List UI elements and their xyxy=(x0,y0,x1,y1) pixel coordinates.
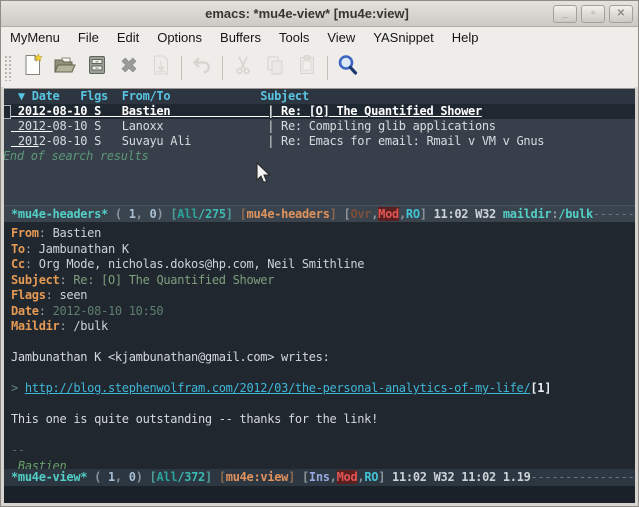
body-comment-line: This one is quite outstanding -- thanks … xyxy=(11,412,638,428)
paste-button[interactable] xyxy=(291,53,323,83)
readonly-indicator[interactable]: RO xyxy=(364,470,378,484)
maildir-label: maildir xyxy=(503,207,551,221)
insert-indicator: Ins xyxy=(309,470,330,484)
field-value-date: 2012-08-10 10:50 xyxy=(53,304,164,318)
emacs-content: ▼ Date Flgs From/To Subject 2012-08-10 S… xyxy=(1,89,638,503)
toolbar-grip[interactable] xyxy=(4,55,13,81)
menu-options[interactable]: Options xyxy=(148,29,211,46)
emacs-window: emacs: *mu4e-view* [mu4e:view] _ ▫ ✕ MyM… xyxy=(0,0,639,507)
signature-separator: -- xyxy=(11,443,638,459)
menu-view[interactable]: View xyxy=(318,29,364,46)
major-mode[interactable]: mu4e-headers xyxy=(247,207,330,221)
open-file-icon xyxy=(52,53,78,82)
minibuffer[interactable] xyxy=(1,486,638,503)
maximize-button[interactable]: ▫ xyxy=(581,5,605,23)
field-label-subject: Subject xyxy=(11,273,59,287)
tool-bar xyxy=(1,47,638,89)
link-footnote-ref[interactable]: [1] xyxy=(530,381,551,395)
mouse-cursor xyxy=(256,162,274,191)
field-value-maildir[interactable]: /bulk xyxy=(73,319,108,333)
toolbar-separator xyxy=(181,56,182,80)
headers-column-header[interactable]: ▼ Date Flgs From/To Subject xyxy=(1,89,638,104)
cut-button[interactable] xyxy=(227,53,259,83)
search-icon xyxy=(336,53,360,82)
line-number: 1 xyxy=(108,470,115,484)
menu-file[interactable]: File xyxy=(69,29,108,46)
paste-icon xyxy=(295,53,319,82)
field-value-cc[interactable]: Org Mode, nicholas.dokos@hp.com, Neil Sm… xyxy=(39,257,364,271)
close-buffer-icon xyxy=(117,53,141,82)
field-label-to: To xyxy=(11,242,25,256)
field-value-to[interactable]: Jambunathan K xyxy=(39,242,129,256)
undo-button[interactable] xyxy=(186,53,218,83)
menu-tools[interactable]: Tools xyxy=(270,29,318,46)
maildir-value: /bulk xyxy=(558,207,593,221)
signature: Bastien xyxy=(11,459,638,470)
message-count: /372 xyxy=(177,470,205,484)
menu-mymenu[interactable]: MyMenu xyxy=(10,29,69,46)
field-label-cc: Cc xyxy=(11,257,25,271)
field-value-subject: Re: [O] The Quantified Shower xyxy=(73,273,274,287)
title-bar[interactable]: emacs: *mu4e-view* [mu4e:view] _ ▫ ✕ xyxy=(1,1,638,27)
new-file-icon xyxy=(21,53,45,82)
buffer-name[interactable]: *mu4e-headers* xyxy=(11,207,108,221)
toolbar-separator xyxy=(327,56,328,80)
modeline-view: *mu4e-view* ( 1, 0) [All/372] [mu4e:view… xyxy=(1,469,638,486)
window-frame-edge xyxy=(635,87,638,504)
header-row[interactable]: 2012-08-10 S Lanoxx | Re: Compiling glib… xyxy=(1,119,638,134)
clock-and-window: 11:02 W32 xyxy=(434,207,503,221)
readonly-indicator[interactable]: RO xyxy=(406,207,420,221)
quote-prefix: > xyxy=(11,381,25,395)
message-view: From: Bastien To: Jambunathan K Cc: Org … xyxy=(1,222,638,469)
menu-edit[interactable]: Edit xyxy=(108,29,148,46)
toolbar-separator xyxy=(222,56,223,80)
modified-indicator[interactable]: Mod xyxy=(337,470,358,484)
cut-icon xyxy=(231,53,255,82)
search-button[interactable] xyxy=(332,53,364,83)
line-number: 1 xyxy=(129,207,136,221)
save-icon xyxy=(85,53,109,82)
field-value-from[interactable]: Bastien xyxy=(53,226,101,240)
field-label-flags: Flags xyxy=(11,288,46,302)
field-label-maildir: Maildir xyxy=(11,319,59,333)
save-button[interactable] xyxy=(81,53,113,83)
column-number: 0 xyxy=(129,470,136,484)
field-value-flags: seen xyxy=(59,288,87,302)
window-frame-edge xyxy=(1,87,4,504)
new-file-button[interactable] xyxy=(17,53,49,83)
fringe-marker xyxy=(3,105,11,119)
body-writes-line: Jambunathan K <kjambunathan@gmail.com> w… xyxy=(11,350,638,366)
headers-empty-space xyxy=(1,164,638,205)
save-as-button[interactable] xyxy=(145,53,177,83)
header-row[interactable]: 2012-08-10 S Suvayu Ali | Re: Emacs for … xyxy=(1,134,638,149)
menu-buffers[interactable]: Buffers xyxy=(211,29,270,46)
modeline-headers: *mu4e-headers* ( 1, 0) [All/275] [mu4e-h… xyxy=(1,205,638,222)
overwrite-indicator: Ovr xyxy=(350,207,371,221)
copy-button[interactable] xyxy=(259,53,291,83)
save-as-icon xyxy=(149,53,173,82)
undo-icon xyxy=(190,53,214,82)
message-count: /275 xyxy=(198,207,226,221)
field-label-date: Date xyxy=(11,304,39,318)
modified-indicator[interactable]: Mod xyxy=(378,207,399,221)
minimize-button[interactable]: _ xyxy=(553,5,577,23)
buffer-name[interactable]: *mu4e-view* xyxy=(11,470,87,484)
menu-yasnippet[interactable]: YASnippet xyxy=(364,29,442,46)
clock-and-load: 11:02 W32 11:02 1.19 xyxy=(392,470,531,484)
field-label-from: From xyxy=(11,226,39,240)
menu-help[interactable]: Help xyxy=(443,29,488,46)
end-of-search-text: End of search results xyxy=(1,149,638,164)
open-file-button[interactable] xyxy=(49,53,81,83)
window-frame-edge xyxy=(1,503,638,506)
menu-bar: MyMenu File Edit Options Buffers Tools V… xyxy=(1,27,638,47)
close-buffer-button[interactable] xyxy=(113,53,145,83)
header-row-selected[interactable]: 2012-08-10 S Bastien | Re: [O] The Quant… xyxy=(1,104,638,119)
body-link[interactable]: http://blog.stephenwolfram.com/2012/03/t… xyxy=(25,381,531,395)
copy-icon xyxy=(263,53,287,82)
major-mode[interactable]: mu4e:view xyxy=(226,470,288,484)
close-button[interactable]: ✕ xyxy=(609,5,633,23)
window-title: emacs: *mu4e-view* [mu4e:view] xyxy=(1,6,553,21)
